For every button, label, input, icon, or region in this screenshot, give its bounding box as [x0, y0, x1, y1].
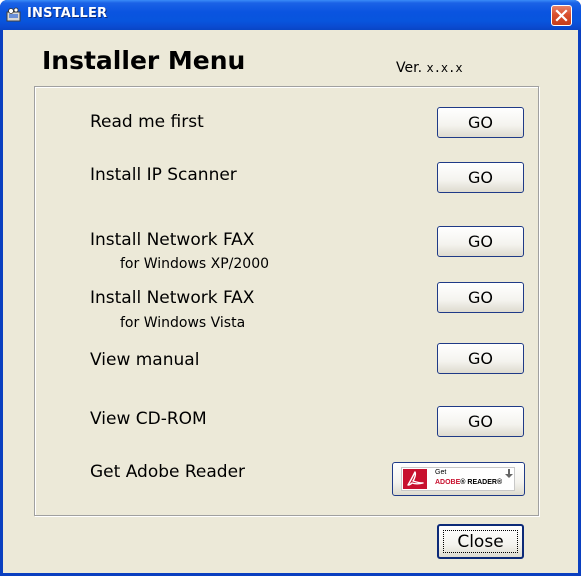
- menu-item-network-fax-xp-subtitle: for Windows XP/2000: [120, 256, 270, 272]
- read-me-go-button[interactable]: GO: [437, 107, 524, 138]
- adobe-reader-wordmark: ADOBE® READER®: [435, 479, 503, 486]
- menu-item-view-cdrom-label: View CD-ROM: [90, 409, 207, 429]
- window-title: INSTALLER: [27, 6, 108, 21]
- close-icon: [555, 9, 568, 22]
- menu-item-network-fax-vista-subtitle: for Windows Vista: [120, 315, 246, 331]
- network-fax-vista-go-button[interactable]: GO: [437, 282, 524, 313]
- version-number: x.x.x: [426, 61, 463, 75]
- menu-item-ip-scanner-label: Install IP Scanner: [90, 165, 237, 185]
- adobe-word: ADOBE: [435, 479, 461, 486]
- get-adobe-reader-button[interactable]: Get ADOBE® READER®: [392, 462, 525, 496]
- menu-item-network-fax-xp-label: Install Network FAX: [90, 230, 255, 250]
- version-prefix: Ver.: [396, 60, 423, 76]
- client-area: Installer Menu Ver. x.x.x Read me first …: [3, 30, 578, 573]
- version-label: Ver. x.x.x: [396, 60, 463, 76]
- menu-item-read-me-label: Read me first: [90, 112, 204, 132]
- reader-word: READER: [467, 479, 497, 486]
- adobe-get-text: Get: [435, 469, 447, 476]
- installer-app-icon: [6, 7, 21, 22]
- view-manual-go-button[interactable]: GO: [437, 343, 524, 374]
- adobe-reader-logo-icon: [403, 469, 427, 489]
- title-bar[interactable]: INSTALLER: [0, 0, 581, 30]
- menu-item-adobe-reader-label: Get Adobe Reader: [90, 462, 246, 482]
- installer-window: INSTALLER Installer Menu Ver. x.x.x Read…: [0, 0, 581, 576]
- view-cdrom-go-button[interactable]: GO: [437, 406, 524, 437]
- focus-ring: [443, 530, 518, 553]
- download-arrow-icon: [505, 469, 513, 478]
- ip-scanner-go-button[interactable]: GO: [437, 162, 524, 193]
- adobe-reader-badge: Get ADOBE® READER®: [401, 467, 515, 491]
- page-title: Installer Menu: [42, 46, 246, 75]
- close-button[interactable]: Close: [437, 524, 524, 559]
- menu-item-view-manual-label: View manual: [90, 350, 200, 370]
- menu-item-network-fax-vista-label: Install Network FAX: [90, 288, 255, 308]
- network-fax-xp-go-button[interactable]: GO: [437, 226, 524, 257]
- window-close-button[interactable]: [551, 5, 572, 26]
